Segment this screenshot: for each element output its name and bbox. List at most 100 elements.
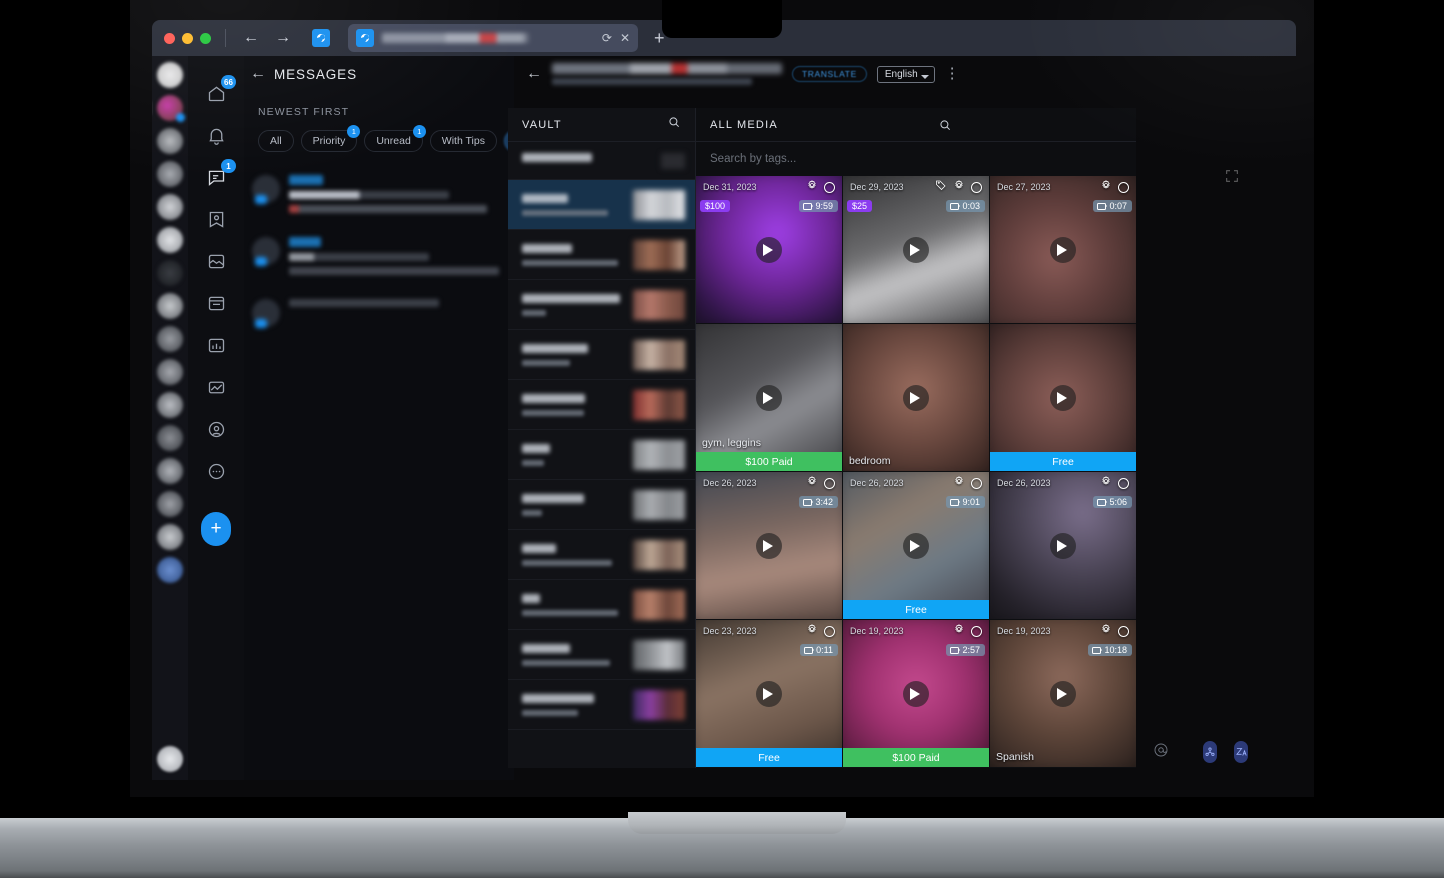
tag-search-input[interactable]: Search by tags... [696, 142, 1136, 176]
avatar[interactable] [157, 458, 183, 484]
media-cell[interactable]: Dec 26, 2023 9:01 Free [843, 472, 989, 619]
media-cell[interactable]: Dec 23, 2023 0:11 Free [696, 620, 842, 767]
play-button[interactable] [903, 236, 929, 263]
avatar[interactable] [157, 260, 183, 286]
list-item[interactable] [244, 166, 514, 228]
sidebar-item-home[interactable]: 66 [203, 75, 236, 106]
vault-list-item[interactable] [508, 180, 695, 230]
avatar[interactable] [157, 359, 183, 385]
new-post-button[interactable]: + [201, 512, 231, 546]
select-checkbox[interactable] [971, 625, 982, 637]
chat-user-info[interactable] [552, 63, 782, 85]
select-checkbox[interactable] [1118, 625, 1129, 637]
translate-button[interactable]: TRANSLATE [792, 66, 867, 82]
select-checkbox[interactable] [971, 477, 982, 489]
vault-list-item[interactable] [508, 430, 695, 480]
avatar[interactable] [157, 557, 183, 583]
play-button[interactable] [903, 384, 929, 411]
gear-icon[interactable] [806, 474, 818, 492]
filter-chip-with-tips[interactable]: With Tips [429, 130, 497, 152]
chat-menu-button[interactable]: ⋮ [945, 66, 960, 81]
browser-forward-button[interactable]: → [272, 30, 294, 46]
vault-list-item[interactable] [508, 480, 695, 530]
gear-icon[interactable] [1100, 474, 1112, 492]
media-cell[interactable]: Dec 29, 2023 $25 0:03 [843, 176, 989, 323]
vault-list-item[interactable] [508, 580, 695, 630]
select-checkbox[interactable] [1118, 477, 1129, 489]
gear-icon[interactable] [806, 178, 818, 196]
sidebar-item-notifications[interactable] [203, 122, 229, 148]
avatar[interactable] [157, 62, 183, 88]
fullscreen-icon[interactable] [1224, 168, 1240, 184]
user-avatar[interactable] [157, 746, 183, 772]
tag-icon[interactable] [935, 178, 947, 196]
split-icon[interactable] [1203, 741, 1217, 763]
play-button[interactable] [1050, 236, 1076, 263]
avatar[interactable] [157, 326, 183, 352]
browser-tab-2-active[interactable]: ⟳ ✕ [348, 24, 638, 52]
avatar[interactable] [157, 194, 183, 220]
filter-chip-all[interactable]: All [258, 130, 294, 152]
gear-icon[interactable] [953, 622, 965, 640]
sidebar-item-messages[interactable]: 1 [203, 159, 236, 190]
gear-icon[interactable] [953, 474, 965, 492]
avatar[interactable] [157, 161, 183, 187]
ai-translate-icon[interactable] [1234, 741, 1248, 763]
close-button[interactable]: CLOSE [1078, 779, 1120, 780]
play-button[interactable] [1050, 532, 1076, 559]
gear-icon[interactable] [953, 178, 965, 196]
select-checkbox[interactable] [824, 181, 835, 193]
language-select[interactable]: English [876, 65, 935, 83]
vault-list-item[interactable] [508, 680, 695, 730]
back-icon[interactable]: ← [250, 65, 266, 83]
maximize-window-button[interactable] [200, 32, 211, 44]
window-controls[interactable] [162, 32, 211, 44]
play-button[interactable] [1050, 680, 1076, 707]
play-button[interactable] [1050, 384, 1076, 411]
avatar[interactable] [157, 491, 183, 517]
sidebar-item-statistics[interactable] [203, 332, 229, 358]
avatar[interactable] [157, 227, 183, 253]
filter-chip-priority[interactable]: Priority 1 [300, 125, 361, 152]
filter-chip-unread[interactable]: Unread 1 [364, 125, 426, 152]
avatar[interactable] [157, 524, 183, 550]
media-cell[interactable]: Dec 26, 2023 5:06 [990, 472, 1136, 619]
avatar[interactable] [157, 392, 183, 418]
vault-list-item[interactable] [508, 530, 695, 580]
sidebar-item-queue[interactable] [203, 290, 229, 316]
vault-list-item[interactable] [508, 142, 695, 180]
media-cell[interactable]: bedroom [843, 324, 989, 471]
media-cell[interactable]: Dec 26, 2023 3:42 [696, 472, 842, 619]
list-item[interactable] [244, 228, 514, 290]
select-checkbox[interactable] [824, 625, 835, 637]
close-window-button[interactable] [164, 32, 175, 44]
gear-icon[interactable] [806, 622, 818, 640]
play-button[interactable] [756, 384, 782, 411]
back-icon[interactable]: ← [526, 65, 542, 83]
search-icon[interactable] [667, 115, 681, 134]
list-item[interactable] [244, 290, 514, 336]
avatar[interactable] [157, 95, 185, 122]
vault-list-item[interactable] [508, 630, 695, 680]
avatar[interactable] [157, 425, 183, 451]
media-cell[interactable]: Dec 27, 2023 0:07 [990, 176, 1136, 323]
sidebar-item-collections[interactable] [203, 206, 229, 232]
play-button[interactable] [756, 680, 782, 707]
media-cell[interactable]: Dec 19, 2023 10:18 Spanish [990, 620, 1136, 767]
vault-list-item[interactable] [508, 380, 695, 430]
avatar[interactable] [157, 128, 183, 154]
avatar[interactable] [157, 293, 183, 319]
play-button[interactable] [756, 532, 782, 559]
gear-icon[interactable] [1100, 622, 1112, 640]
sidebar-item-statements[interactable] [203, 374, 229, 400]
select-checkbox[interactable] [824, 477, 835, 489]
close-tab-button[interactable]: ✕ [620, 31, 630, 45]
select-checkbox[interactable] [1118, 181, 1129, 193]
media-cell[interactable]: Dec 19, 2023 2:57 $100 Paid [843, 620, 989, 767]
play-button[interactable] [903, 532, 929, 559]
media-cell[interactable]: gym, leggins $100 Paid [696, 324, 842, 471]
sidebar-item-profile[interactable] [203, 416, 229, 442]
vault-list-item[interactable] [508, 280, 695, 330]
sidebar-item-more[interactable] [203, 458, 229, 484]
browser-tab-1[interactable] [304, 24, 338, 52]
